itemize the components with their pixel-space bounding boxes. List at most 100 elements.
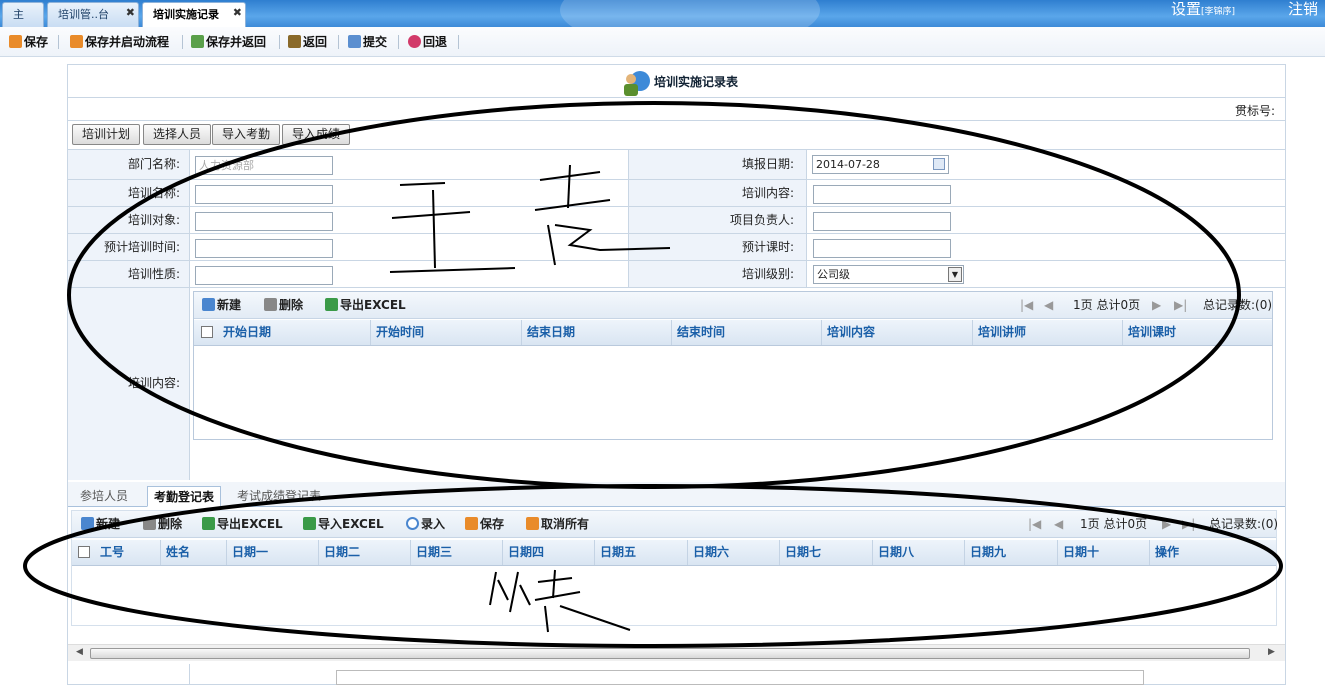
column-header[interactable]: 日期六 [688,540,780,565]
save-start-icon [70,35,83,48]
attendance-grid: 新建 删除 导出EXCEL 导入EXCEL 录入 保存 取消所有 |◀ ◀ 1页… [71,510,1279,626]
training-target-field[interactable] [195,212,333,231]
rollback-button[interactable]: 回退 [408,33,447,51]
next-page-icon[interactable]: ▶ [1152,297,1161,313]
scroll-right-icon[interactable]: ▶ [1268,647,1275,657]
column-header[interactable]: 培训内容 [822,320,973,345]
planned-time-field[interactable] [195,239,333,258]
column-header[interactable]: 培训课时 [1123,320,1272,345]
column-header[interactable]: 日期十 [1058,540,1150,565]
new-button[interactable]: 新建 [81,516,120,532]
logout-link[interactable]: 注销 [1288,0,1318,18]
import-scores-button[interactable]: 导入成绩 [282,124,351,145]
button-label: 保存 [24,35,49,49]
total-records: 总记录数:(0) [1203,298,1273,312]
tab-training-mgmt[interactable]: 培训管..台 ✖ [47,2,139,27]
training-name-field[interactable] [195,185,333,204]
planned-time-label: 预计培训时间: [103,240,180,254]
save-return-button[interactable]: 保存并返回 [191,33,266,51]
first-page-icon[interactable]: |◀ [1028,516,1041,532]
column-header[interactable]: 工号 [95,540,161,565]
close-icon[interactable]: ✖ [233,1,242,24]
tab-participants[interactable]: 参培人员 [74,486,134,507]
report-date-field[interactable]: 2014-07-28 [812,155,949,174]
calendar-icon[interactable] [933,158,945,170]
import-attendance-button[interactable]: 导入考勤 [212,124,281,145]
new-button[interactable]: 新建 [202,297,241,313]
bottom-text-area[interactable] [336,670,1144,685]
column-header[interactable]: 结束时间 [672,320,822,345]
column-header[interactable]: 日期三 [411,540,503,565]
delete-button[interactable]: 删除 [264,297,303,313]
column-header[interactable]: 开始时间 [371,320,522,345]
column-header[interactable]: 日期八 [873,540,965,565]
column-header[interactable]: 操作 [1150,540,1276,565]
button-label: 导出EXCEL [340,298,406,312]
divider [628,150,629,287]
tab-training-record[interactable]: 培训实施记录 ✖ [142,2,246,27]
settings-link[interactable]: 设置[李锦序] [1171,0,1235,21]
save-start-button[interactable]: 保存并启动流程 [70,33,169,51]
column-header[interactable]: 日期七 [780,540,873,565]
column-header[interactable]: 培训讲师 [973,320,1123,345]
form-title-text: 培训实施记录表 [654,75,739,89]
last-page-icon[interactable]: ▶| [1182,516,1195,532]
button-label: 提交 [363,35,388,49]
scroll-left-icon[interactable]: ◀ [76,647,83,657]
horizontal-scrollbar[interactable]: ◀ ▶ [68,644,1285,661]
planned-hours-field[interactable] [813,239,951,258]
column-header[interactable]: 日期五 [595,540,688,565]
next-page-icon[interactable]: ▶ [1162,516,1171,532]
divider [189,664,190,685]
training-content-label: 培训内容: [741,186,794,200]
column-header[interactable]: 姓名 [161,540,227,565]
select-all-checkbox[interactable] [78,546,90,558]
last-page-icon[interactable]: ▶| [1174,297,1187,313]
entry-button[interactable]: 录入 [406,516,445,532]
trash-icon [264,298,277,311]
column-header[interactable]: 日期四 [503,540,595,565]
button-label: 保存 [480,517,505,531]
column-header[interactable]: 日期九 [965,540,1058,565]
prev-page-icon[interactable]: ◀ [1044,297,1053,313]
button-label: 保存并返回 [206,35,267,49]
total-records: 总记录数:(0) [1209,517,1279,531]
scrollbar-thumb[interactable] [90,648,1250,659]
column-header[interactable]: 日期一 [227,540,319,565]
column-header[interactable]: 日期二 [319,540,411,565]
column-header[interactable]: 开始日期 [218,320,371,345]
tab-home[interactable]: 主页 [2,2,44,27]
submit-button[interactable]: 提交 [348,33,387,51]
content-grid-header: 开始日期 开始时间 结束日期 结束时间 培训内容 培训讲师 培训课时 [194,320,1272,346]
dept-name-field[interactable]: 人力资源部 [195,156,333,175]
cancel-all-button[interactable]: 取消所有 [526,516,589,532]
column-header[interactable]: 结束日期 [522,320,672,345]
project-lead-field[interactable] [813,212,951,231]
select-all-checkbox[interactable] [201,326,213,338]
select-personnel-button[interactable]: 选择人员 [143,124,212,145]
training-level-label: 培训级别: [741,267,794,281]
button-label: 录入 [421,517,446,531]
tab-label: 主页 [13,8,24,21]
save-button[interactable]: 保存 [9,33,48,51]
tab-attendance[interactable]: 考勤登记表 [147,486,222,507]
return-button[interactable]: 返回 [288,33,327,51]
prev-page-icon[interactable]: ◀ [1054,516,1063,532]
training-plan-button[interactable]: 培训计划 [72,124,141,145]
export-excel-button[interactable]: 导出EXCEL [325,297,406,313]
divider [189,150,190,480]
excel-icon [202,517,215,530]
import-excel-button[interactable]: 导入EXCEL [303,516,384,532]
tab-exam-scores[interactable]: 考试成绩登记表 [231,486,327,507]
close-icon[interactable]: ✖ [126,1,135,24]
training-level-select[interactable]: 公司级 ▼ [813,265,964,284]
training-content-field[interactable] [813,185,951,204]
divider [68,120,1285,121]
training-nature-field[interactable] [195,266,333,285]
delete-button[interactable]: 删除 [143,516,182,532]
save-grid-button[interactable]: 保存 [465,516,504,532]
button-label: 新建 [217,298,242,312]
first-page-icon[interactable]: |◀ [1020,297,1033,313]
export-excel-button[interactable]: 导出EXCEL [202,516,283,532]
chevron-down-icon[interactable]: ▼ [948,267,962,282]
